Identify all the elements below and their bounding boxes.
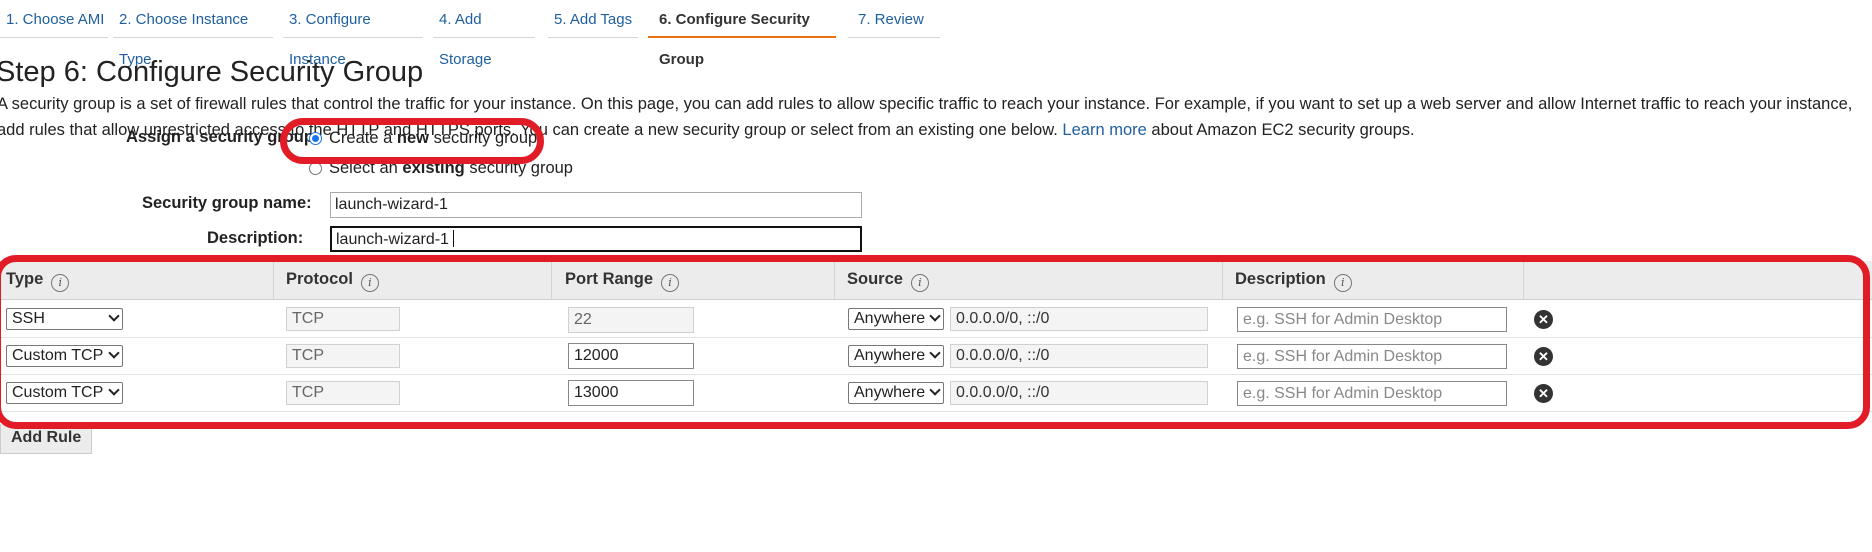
header-description: Description i xyxy=(1223,261,1524,299)
radio-create-new-bold: new xyxy=(396,128,429,147)
rule-protocol: TCP xyxy=(286,307,400,331)
table-row: Custom TCP R TCP 13000 Anywhere 0.0.0.0/… xyxy=(0,374,1872,412)
rule-type-select[interactable]: Custom TCP R xyxy=(6,382,123,404)
tab-add-tags[interactable]: 5. Add Tags xyxy=(548,0,638,38)
remove-rule-icon[interactable]: ✕ xyxy=(1534,384,1553,403)
radio-select-existing-button[interactable] xyxy=(309,161,322,175)
radio-create-new-button[interactable] xyxy=(309,131,322,145)
chevron-down-icon xyxy=(929,347,941,359)
rule-port-range[interactable]: 12000 xyxy=(568,343,694,369)
radio-select-existing-bold: existing xyxy=(402,158,465,177)
chevron-down-icon xyxy=(108,347,120,359)
radio-select-existing-pre: Select an xyxy=(329,158,398,177)
radio-create-new[interactable]: Create a new security group xyxy=(309,128,537,148)
text-cursor xyxy=(452,230,454,247)
assign-security-group-label: Assign a security group: xyxy=(126,128,320,146)
security-group-name-label: Security group name: xyxy=(142,194,312,212)
rule-port-range: 22 xyxy=(568,307,694,333)
rule-source-select[interactable]: Anywhere xyxy=(848,382,944,404)
wizard-tabs: 1. Choose AMI 2. Choose Instance Type 3.… xyxy=(0,0,1872,68)
radio-select-existing[interactable]: Select an existing security group xyxy=(309,158,573,178)
page-title: Step 6: Configure Security Group xyxy=(0,56,424,88)
tab-add-storage[interactable]: 4. Add Storage xyxy=(433,0,535,68)
header-protocol: Protocol i xyxy=(274,261,552,299)
header-type-label: Type xyxy=(6,270,44,288)
rule-description-input[interactable]: e.g. SSH for Admin Desktop xyxy=(1237,344,1507,369)
rule-source-mode: Anywhere xyxy=(854,310,925,327)
info-icon[interactable]: i xyxy=(360,274,379,292)
table-header: Type i Protocol i Port Range i Source i Desc… xyxy=(0,261,1872,300)
rule-type-select[interactable]: Custom TCP R xyxy=(6,345,123,367)
table-row: SSH TCP 22 Anywhere 0.0.0.0/0, ::/0 e.g.… xyxy=(0,300,1872,338)
rule-source-select[interactable]: Anywhere xyxy=(848,308,944,330)
table-row: Custom TCP R TCP 12000 Anywhere 0.0.0.0/… xyxy=(0,337,1872,375)
tab-choose-ami[interactable]: 1. Choose AMI xyxy=(0,0,108,38)
rule-protocol: TCP xyxy=(286,344,400,368)
radio-create-new-post: security group xyxy=(433,128,538,147)
rule-source-cidr[interactable]: 0.0.0.0/0, ::/0 xyxy=(950,344,1208,368)
info-icon[interactable]: i xyxy=(1333,274,1352,292)
description-input-value: launch-wizard-1 xyxy=(336,231,449,248)
intro-tail: about Amazon EC2 security groups. xyxy=(1151,120,1415,139)
inbound-rules-table: Type i Protocol i Port Range i Source i Desc… xyxy=(0,261,1872,413)
rule-type-value: SSH xyxy=(12,310,45,327)
radio-select-existing-post: security group xyxy=(469,158,573,177)
rule-type-value: Custom TCP R xyxy=(12,384,104,401)
description-label: Description: xyxy=(207,229,304,247)
tab-review[interactable]: 7. Review xyxy=(848,0,940,38)
remove-rule-icon[interactable]: ✕ xyxy=(1534,310,1553,329)
header-source-label: Source xyxy=(847,270,903,288)
rule-source-mode: Anywhere xyxy=(854,384,925,401)
tab-choose-instance-type[interactable]: 2. Choose Instance Type xyxy=(113,0,273,68)
chevron-down-icon xyxy=(108,310,120,322)
rule-source-cidr[interactable]: 0.0.0.0/0, ::/0 xyxy=(950,381,1208,405)
header-port-range-label: Port Range xyxy=(565,270,654,288)
rule-source-select[interactable]: Anywhere xyxy=(848,345,944,367)
description-input[interactable]: launch-wizard-1 xyxy=(330,226,862,252)
header-type: Type i xyxy=(0,261,274,299)
rule-type-value: Custom TCP R xyxy=(12,347,104,364)
header-protocol-label: Protocol xyxy=(286,270,353,288)
header-description-label: Description xyxy=(1235,270,1326,288)
info-icon[interactable]: i xyxy=(910,274,929,292)
chevron-down-icon xyxy=(929,384,941,396)
info-icon[interactable]: i xyxy=(661,274,680,292)
rule-type-select[interactable]: SSH xyxy=(6,308,123,330)
rule-source-cidr[interactable]: 0.0.0.0/0, ::/0 xyxy=(950,307,1208,331)
security-group-name-input[interactable]: launch-wizard-1 xyxy=(330,192,862,218)
rule-description-input[interactable]: e.g. SSH for Admin Desktop xyxy=(1237,307,1507,332)
header-source: Source i xyxy=(835,261,1223,299)
header-port-range: Port Range i xyxy=(552,261,835,299)
chevron-down-icon xyxy=(929,310,941,322)
add-rule-button[interactable]: Add Rule xyxy=(0,424,93,454)
rule-port-range[interactable]: 13000 xyxy=(568,380,694,406)
info-icon[interactable]: i xyxy=(51,274,70,292)
rule-description-input[interactable]: e.g. SSH for Admin Desktop xyxy=(1237,381,1507,406)
radio-create-new-pre: Create a xyxy=(329,128,393,147)
rule-source-mode: Anywhere xyxy=(854,347,925,364)
tab-configure-security-group[interactable]: 6. Configure Security Group xyxy=(648,0,836,68)
tab-configure-instance[interactable]: 3. Configure Instance xyxy=(283,0,423,68)
remove-rule-icon[interactable]: ✕ xyxy=(1534,347,1553,366)
chevron-down-icon xyxy=(108,384,120,396)
learn-more-link[interactable]: Learn more xyxy=(1062,121,1146,139)
rule-protocol: TCP xyxy=(286,381,400,405)
